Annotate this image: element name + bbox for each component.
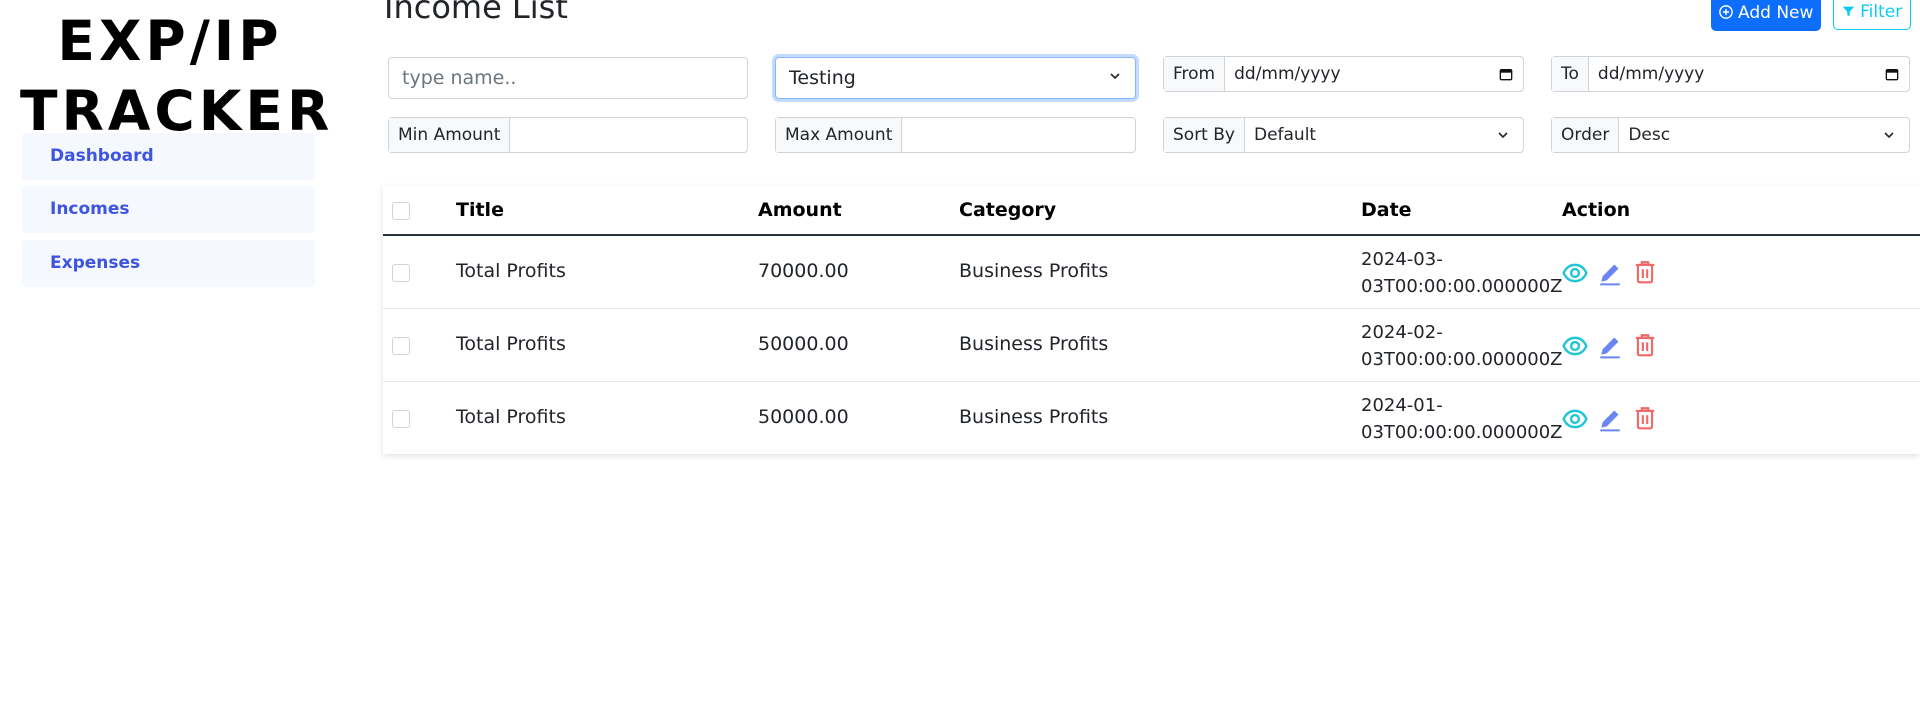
row-date-line-2: 03T00:00:00.000000Z xyxy=(1361,276,1563,297)
table-row: Total Profits 50000.00 Business Profits … xyxy=(383,382,1920,455)
plus-circle-icon xyxy=(1718,5,1733,19)
add-new-label: Add New xyxy=(1738,3,1814,23)
sidebar-item-incomes[interactable]: Incomes xyxy=(22,186,315,233)
column-header-date: Date xyxy=(1361,199,1412,221)
row-date: 2024-03- 03T00:00:00.000000Z xyxy=(1361,246,1563,300)
category-select[interactable]: Testing xyxy=(775,57,1136,99)
row-category: Business Profits xyxy=(959,260,1109,282)
min-amount-label: Min Amount xyxy=(389,118,511,152)
brand-line-1: EXP/IP xyxy=(57,9,283,73)
column-header-category: Category xyxy=(959,199,1057,221)
calendar-icon[interactable] xyxy=(1885,67,1899,81)
chevron-down-icon xyxy=(1498,132,1508,139)
row-checkbox[interactable] xyxy=(392,410,410,428)
filter-button[interactable]: Filter xyxy=(1833,0,1911,30)
row-date: 2024-02- 03T00:00:00.000000Z xyxy=(1361,319,1563,373)
trash-icon[interactable] xyxy=(1632,405,1658,431)
table-row: Total Profits 70000.00 Business Profits … xyxy=(383,236,1920,309)
name-search-placeholder: type name.. xyxy=(402,67,517,89)
main-content: Income List Add New Filter type name.. T… xyxy=(337,0,1920,719)
income-table: Title Amount Category Date Action Total … xyxy=(383,186,1920,454)
add-new-button[interactable]: Add New xyxy=(1711,0,1821,31)
row-date: 2024-01- 03T00:00:00.000000Z xyxy=(1361,392,1563,446)
min-amount-input[interactable] xyxy=(510,118,747,152)
to-date-group: To dd/mm/yyyy xyxy=(1551,56,1910,92)
pencil-icon[interactable] xyxy=(1597,333,1623,359)
select-all-checkbox[interactable] xyxy=(392,202,410,220)
column-header-amount: Amount xyxy=(758,199,842,221)
row-amount: 50000.00 xyxy=(758,406,849,428)
funnel-icon xyxy=(1842,6,1854,17)
eye-icon[interactable] xyxy=(1562,260,1588,286)
min-amount-group: Min Amount xyxy=(388,117,748,153)
to-label: To xyxy=(1552,57,1589,91)
sort-by-group: Sort By Default xyxy=(1163,117,1524,153)
pencil-icon[interactable] xyxy=(1597,406,1623,432)
max-amount-label: Max Amount xyxy=(776,118,903,152)
filter-label: Filter xyxy=(1860,2,1903,22)
sort-by-label: Sort By xyxy=(1164,118,1245,152)
sort-by-value: Default xyxy=(1253,125,1317,145)
max-amount-input[interactable] xyxy=(902,118,1135,152)
from-label: From xyxy=(1164,57,1226,91)
row-date-line-2: 03T00:00:00.000000Z xyxy=(1361,349,1563,370)
row-checkbox[interactable] xyxy=(392,264,410,282)
row-title: Total Profits xyxy=(456,260,566,282)
order-group: Order Desc xyxy=(1551,117,1910,153)
from-date-value: dd/mm/yyyy xyxy=(1234,64,1341,84)
name-search-input[interactable]: type name.. xyxy=(388,57,748,99)
trash-icon[interactable] xyxy=(1632,259,1658,285)
from-date-input[interactable]: dd/mm/yyyy xyxy=(1225,57,1523,91)
row-category: Business Profits xyxy=(959,406,1109,428)
chevron-down-icon xyxy=(1110,73,1120,80)
row-category: Business Profits xyxy=(959,333,1109,355)
brand-logo: EXP/IP TRACKER xyxy=(20,6,329,146)
row-date-line-2: 03T00:00:00.000000Z xyxy=(1361,422,1563,443)
row-date-line-1: 2024-01- xyxy=(1361,395,1443,416)
pencil-icon[interactable] xyxy=(1597,260,1623,286)
row-date-line-1: 2024-03- xyxy=(1361,249,1443,270)
row-checkbox[interactable] xyxy=(392,337,410,355)
order-label: Order xyxy=(1552,118,1620,152)
sidebar-item-dashboard[interactable]: Dashboard xyxy=(22,133,315,180)
page-title: Income List xyxy=(384,0,568,26)
row-title: Total Profits xyxy=(456,406,566,428)
row-title: Total Profits xyxy=(456,333,566,355)
row-amount: 70000.00 xyxy=(758,260,849,282)
column-header-title: Title xyxy=(456,199,504,221)
order-select[interactable]: Desc xyxy=(1619,118,1909,152)
calendar-icon[interactable] xyxy=(1499,67,1513,81)
to-date-value: dd/mm/yyyy xyxy=(1597,64,1705,84)
column-header-action: Action xyxy=(1562,199,1631,221)
table-row: Total Profits 50000.00 Business Profits … xyxy=(383,309,1920,382)
eye-icon[interactable] xyxy=(1562,333,1588,359)
row-date-line-1: 2024-02- xyxy=(1361,322,1443,343)
row-amount: 50000.00 xyxy=(758,333,849,355)
chevron-down-icon xyxy=(1884,132,1894,139)
trash-icon[interactable] xyxy=(1632,332,1658,358)
sidebar-item-expenses[interactable]: Expenses xyxy=(22,240,315,287)
eye-icon[interactable] xyxy=(1562,406,1588,432)
sidebar: EXP/IP TRACKER Dashboard Incomes Expense… xyxy=(0,0,337,719)
to-date-input[interactable]: dd/mm/yyyy xyxy=(1589,57,1909,91)
sort-by-select[interactable]: Default xyxy=(1245,118,1523,152)
order-value: Desc xyxy=(1628,125,1671,145)
max-amount-group: Max Amount xyxy=(775,117,1136,153)
category-select-value: Testing xyxy=(789,67,856,89)
from-date-group: From dd/mm/yyyy xyxy=(1163,56,1524,92)
